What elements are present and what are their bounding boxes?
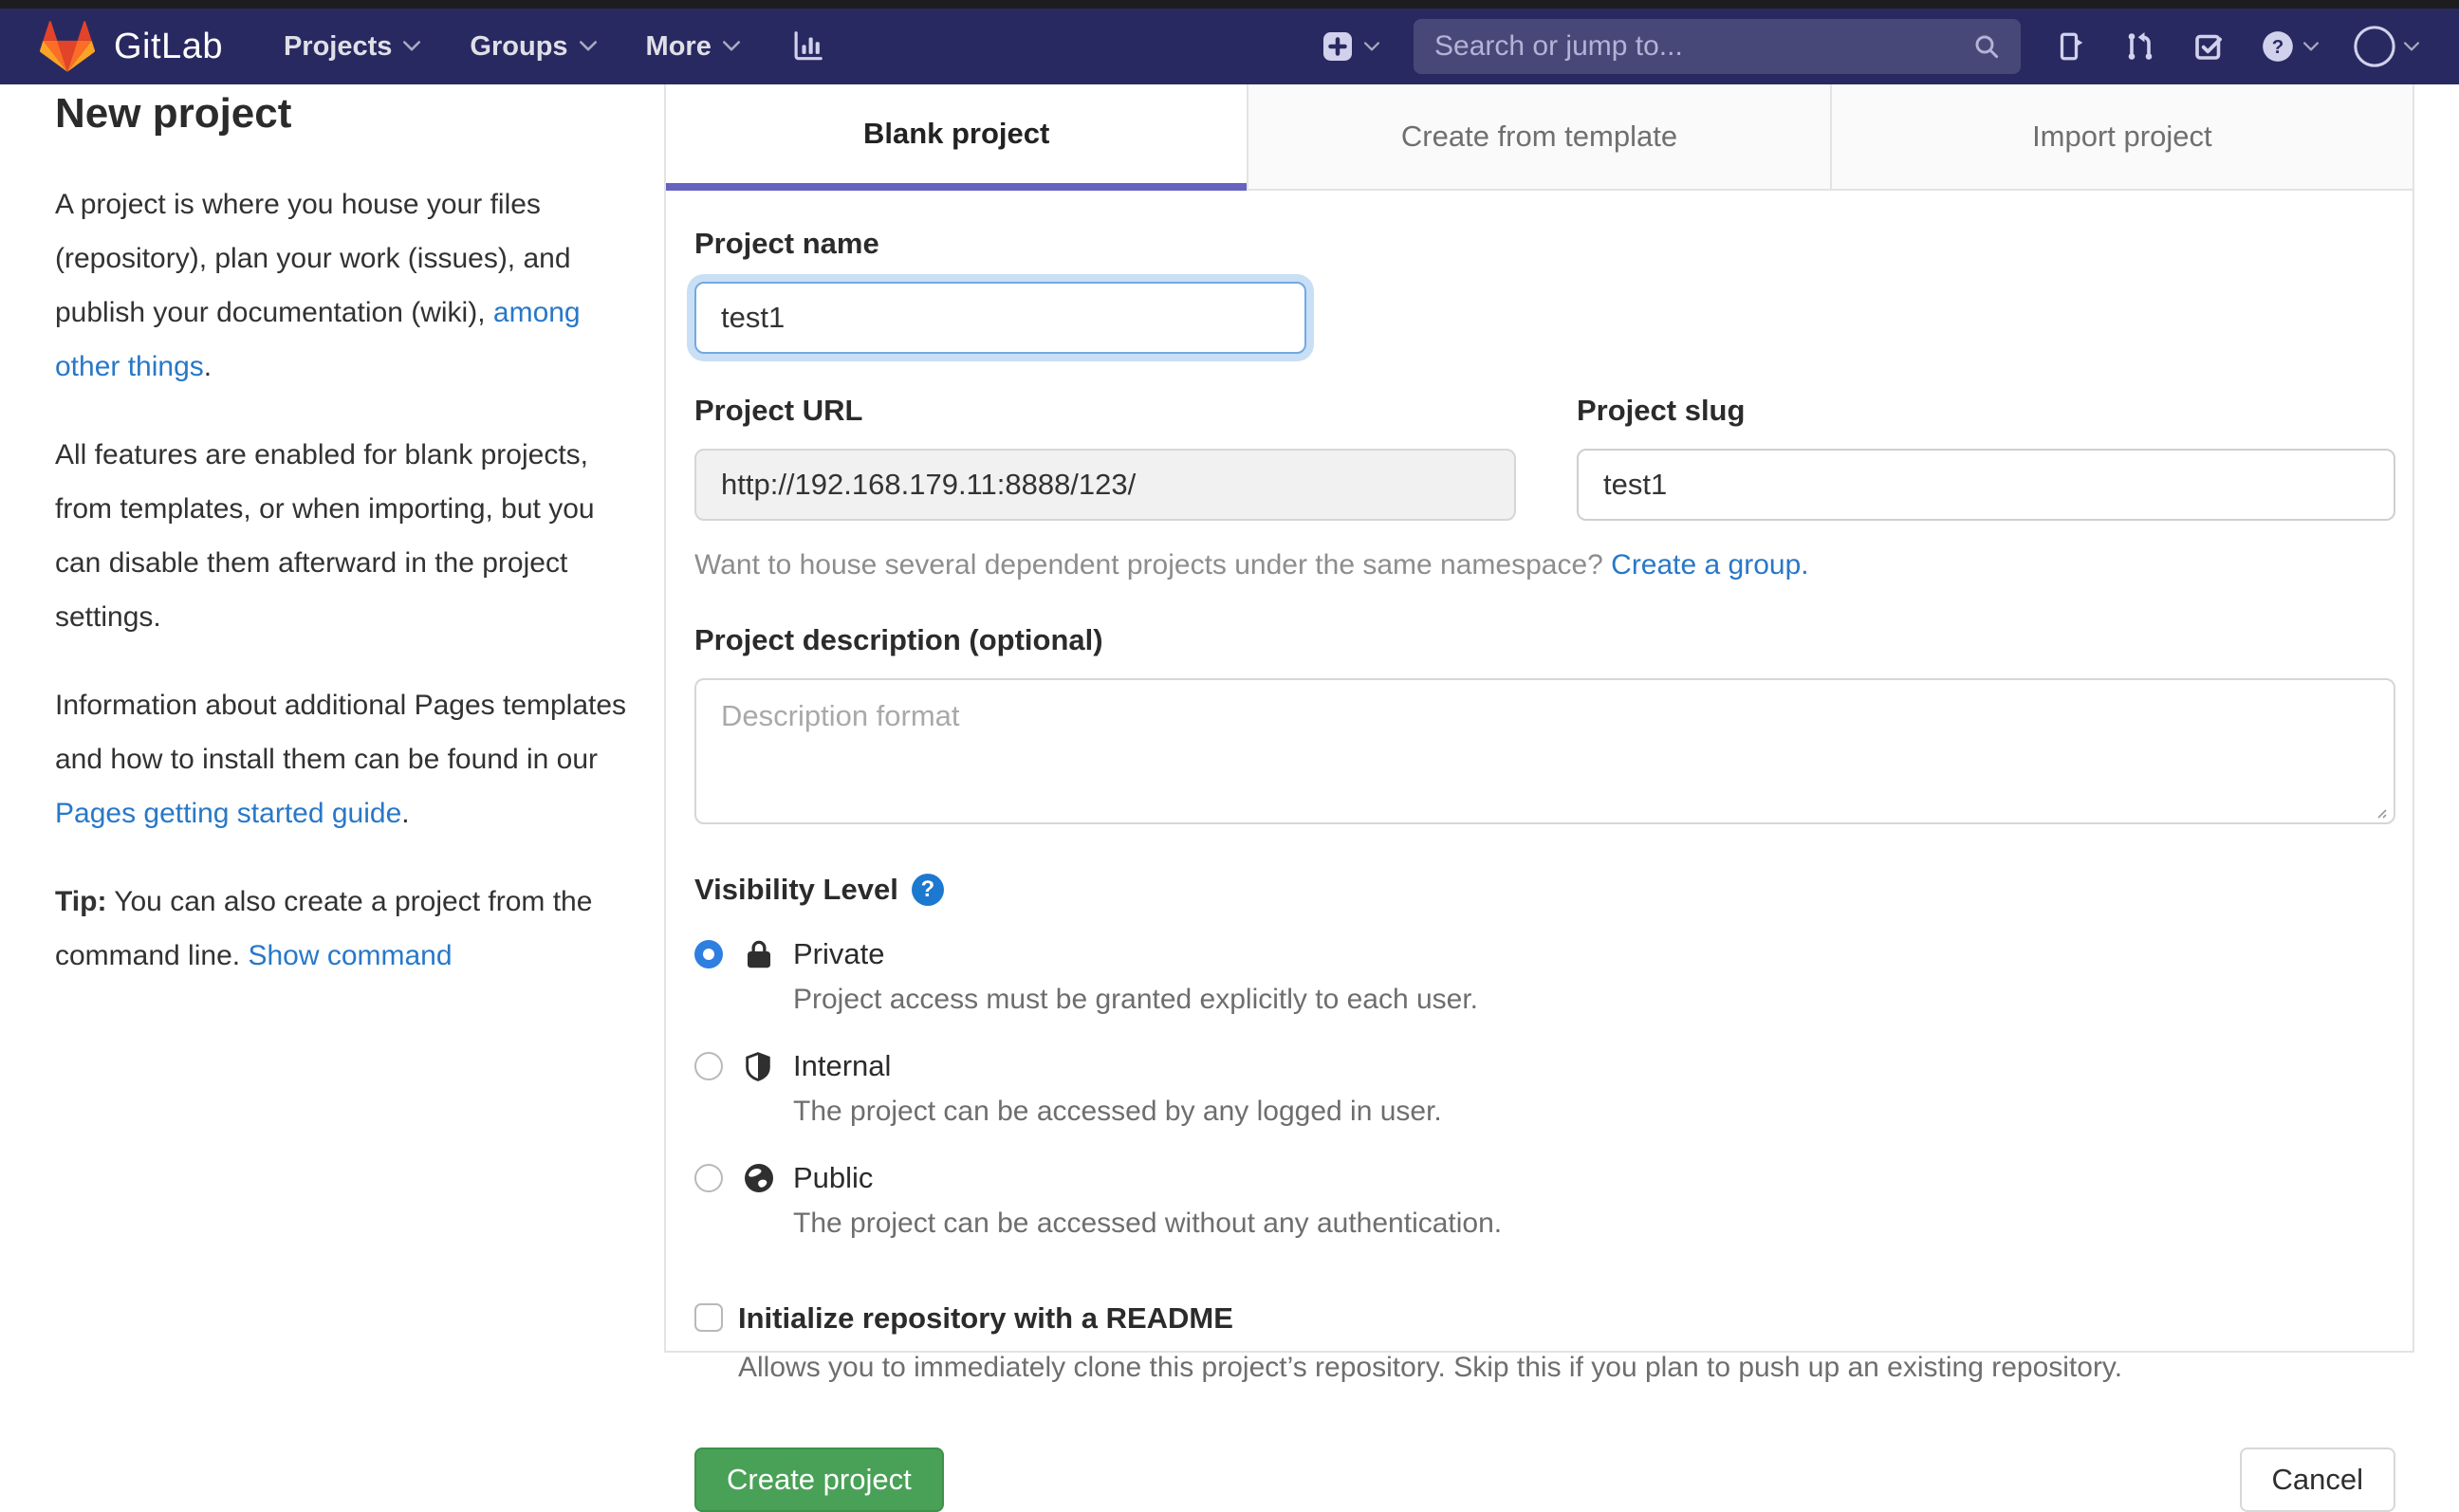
todos-button[interactable] <box>2191 29 2226 64</box>
internal-label: Internal <box>793 1049 892 1082</box>
sidebar-paragraph: All features are enabled for blank proje… <box>55 439 595 633</box>
project-slug-label: Project slug <box>1577 394 1746 427</box>
project-url-label: Project URL <box>694 394 863 427</box>
chevron-down-icon <box>2303 41 2319 52</box>
gitlab-tanuki-icon <box>40 21 95 72</box>
nav-menu-more[interactable]: More <box>646 31 740 63</box>
project-description-label: Project description (optional) <box>694 623 1103 656</box>
public-label: Public <box>793 1161 874 1194</box>
new-project-panel: Blank project Create from template Impor… <box>664 84 2414 1512</box>
chevron-down-icon <box>403 41 421 52</box>
public-description: The project can be accessed without any … <box>793 1208 1503 1239</box>
create-project-button[interactable]: Create project <box>694 1447 944 1512</box>
new-menu-button[interactable] <box>1321 29 1379 64</box>
namespace-hint: Want to house several dependent projects… <box>694 549 1809 581</box>
project-url-input[interactable] <box>694 449 1516 521</box>
todo-check-icon <box>2195 34 2222 60</box>
svg-text:?: ? <box>2272 36 2284 58</box>
tab-create-from-template[interactable]: Create from template <box>1247 84 1830 191</box>
user-menu-button[interactable] <box>2353 25 2419 68</box>
internal-radio[interactable] <box>694 1052 723 1080</box>
visibility-option-internal: Internal The project can be accessed by … <box>694 1047 2395 1131</box>
tab-import-project[interactable]: Import project <box>1829 84 2413 191</box>
cancel-button[interactable]: Cancel <box>2239 1447 2395 1512</box>
visibility-option-public: Public The project can be accessed witho… <box>694 1159 2395 1243</box>
chevron-down-icon <box>2404 41 2419 52</box>
project-name-input[interactable] <box>694 282 1306 354</box>
project-name-label: Project name <box>694 227 879 260</box>
shield-icon <box>734 1049 782 1083</box>
top-navbar: GitLab Projects Groups More Search or ju… <box>0 9 2459 84</box>
nav-menu-projects[interactable]: Projects <box>284 31 421 63</box>
page-sidebar: New project A project is where you house… <box>55 90 630 1017</box>
readme-label[interactable]: Initialize repository with a README <box>738 1300 2395 1337</box>
merge-requests-button[interactable] <box>2123 29 2157 64</box>
project-slug-group: Project slug <box>1577 394 2395 521</box>
avatar <box>2354 26 2395 67</box>
sidebar-paragraph: Information about additional Pages templ… <box>55 690 627 829</box>
search-input[interactable] <box>1433 29 1971 64</box>
project-description-group: Project description (optional) <box>694 623 2395 829</box>
analytics-button[interactable] <box>789 28 825 65</box>
resize-handle[interactable] <box>2373 804 2388 820</box>
search-icon <box>1975 35 1999 59</box>
help-menu-button[interactable]: ? <box>2260 28 2319 65</box>
global-search[interactable] <box>1414 19 2021 74</box>
sidebar-tip: Tip: You can also create a project from … <box>55 886 593 971</box>
readme-checkbox[interactable] <box>694 1303 723 1332</box>
internal-description: The project can be accessed by any logge… <box>793 1096 1442 1127</box>
visibility-label: Visibility Level <box>694 873 898 906</box>
readme-section: Initialize repository with a README Allo… <box>694 1300 2395 1387</box>
gitlab-wordmark: GitLab <box>114 26 223 66</box>
chevron-down-icon <box>1364 41 1379 52</box>
public-radio[interactable] <box>694 1164 723 1192</box>
window-top-strip <box>0 0 2459 9</box>
visibility-section: Visibility Level ? Private Project acces… <box>694 873 2395 1243</box>
project-type-tabs: Blank project Create from template Impor… <box>666 84 2413 191</box>
chevron-down-icon <box>579 41 597 52</box>
plus-icon <box>1323 32 1352 61</box>
create-group-link[interactable]: Create a group. <box>1611 549 1808 581</box>
bar-chart-icon <box>794 31 823 61</box>
help-icon: ? <box>2263 31 2293 62</box>
nav-menu-groups[interactable]: Groups <box>470 31 597 63</box>
globe-icon <box>734 1161 782 1195</box>
private-description: Project access must be granted explicitl… <box>793 984 1479 1015</box>
sidebar-paragraph: A project is where you house your files … <box>55 189 581 382</box>
page-title: New project <box>55 90 292 137</box>
visibility-help-icon[interactable]: ? <box>911 874 944 906</box>
project-slug-input[interactable] <box>1577 449 2395 521</box>
issues-button[interactable] <box>2055 29 2089 64</box>
lock-icon <box>734 937 782 971</box>
project-description-textarea[interactable] <box>694 678 2395 824</box>
show-command-link[interactable]: Show command <box>248 940 452 971</box>
chevron-down-icon <box>722 41 740 52</box>
blank-project-form: Project name Project URL Project slug Wa… <box>666 191 2395 1512</box>
pages-guide-link[interactable]: Pages getting started guide <box>55 798 401 829</box>
gitlab-logo[interactable]: GitLab <box>40 21 223 72</box>
merge-request-icon <box>2128 32 2153 60</box>
private-label: Private <box>793 937 885 970</box>
private-radio[interactable] <box>694 940 723 968</box>
issues-icon <box>2060 32 2083 61</box>
visibility-option-private: Private Project access must be granted e… <box>694 935 2395 1019</box>
readme-description: Allows you to immediately clone this pro… <box>738 1352 2123 1383</box>
tab-blank-project[interactable]: Blank project <box>666 84 1248 191</box>
project-url-group: Project URL <box>694 394 1516 521</box>
